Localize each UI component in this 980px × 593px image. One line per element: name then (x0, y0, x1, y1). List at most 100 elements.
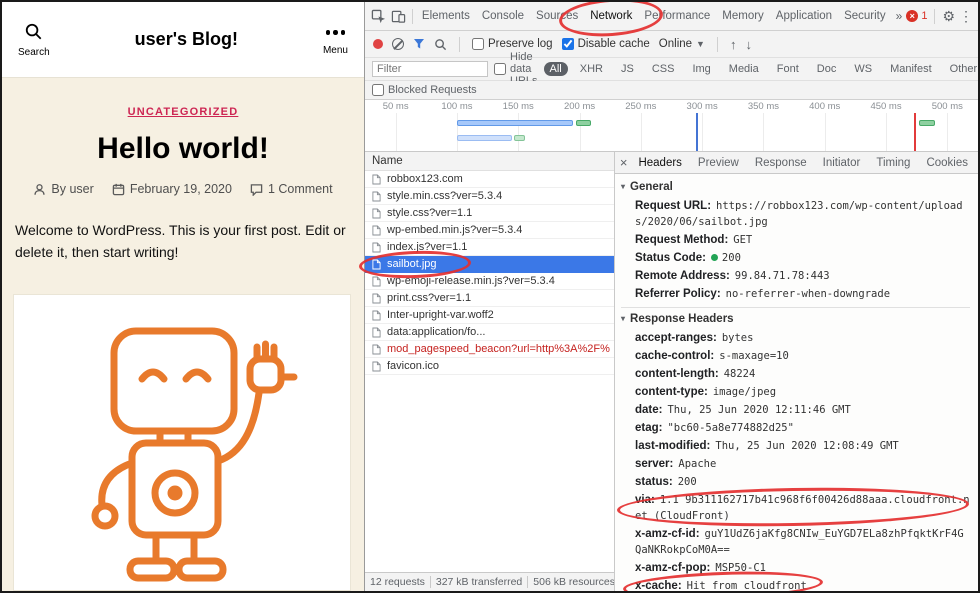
tab-headers[interactable]: Headers (630, 152, 689, 173)
import-har-icon[interactable]: ↑ (730, 37, 737, 52)
filter-pill-other[interactable]: Other (944, 62, 980, 76)
post-comments-link[interactable]: 1 Comment (250, 182, 333, 196)
post-author[interactable]: By user (33, 182, 93, 196)
blocked-requests-row: Blocked Requests (365, 81, 978, 100)
request-row-blocked[interactable]: mod_pagespeed_beacon?url=http%3A%2F%2Fro… (365, 341, 614, 358)
tab-application[interactable]: Application (770, 2, 838, 30)
request-row-sailbot[interactable]: sailbot.jpg (365, 256, 614, 273)
request-row[interactable]: print.css?ver=1.1 (365, 290, 614, 307)
network-overview[interactable]: 50 ms 100 ms 150 ms 200 ms 250 ms 300 ms… (365, 100, 978, 152)
name-column-header[interactable]: Name (365, 152, 614, 171)
request-row[interactable]: favicon.ico (365, 358, 614, 375)
blog-post: UNCATEGORIZED Hello world! By user Febru… (2, 78, 364, 263)
request-row[interactable]: index.js?ver=1.1 (365, 239, 614, 256)
filter-pill-css[interactable]: CSS (646, 62, 681, 76)
resources-size: 506 kB resources (528, 576, 614, 588)
console-error-badge[interactable]: × 1 (906, 10, 927, 22)
post-date[interactable]: February 19, 2020 (112, 182, 232, 196)
filter-pill-img[interactable]: Img (686, 62, 716, 76)
header-x-amz-cf-pop: x-amz-cf-pop:MSP50-C1 (621, 559, 970, 577)
throttling-dropdown[interactable]: Online ▼ (659, 38, 705, 50)
filter-pill-manifest[interactable]: Manifest (884, 62, 938, 76)
blog-menu-button[interactable]: Menu (323, 23, 348, 56)
kebab-menu-icon[interactable]: ⋮ (959, 8, 973, 25)
divider (459, 37, 460, 52)
hide-data-urls-input[interactable] (494, 63, 506, 75)
preserve-log-input[interactable] (472, 38, 484, 50)
network-summary-bar: 12 requests 327 kB transferred 506 kB re… (365, 572, 614, 591)
tab-elements[interactable]: Elements (416, 2, 476, 30)
filter-pill-all[interactable]: All (544, 62, 568, 76)
blog-site-title[interactable]: user's Blog! (135, 29, 238, 50)
tab-security[interactable]: Security (838, 2, 892, 30)
tab-response[interactable]: Response (747, 152, 815, 173)
disable-cache-input[interactable] (562, 38, 574, 50)
filter-pill-xhr[interactable]: XHR (574, 62, 609, 76)
header-via: via:1.1 9b311162717b41c968f6f00426d88aaa… (621, 491, 970, 525)
inspect-element-icon[interactable] (368, 2, 388, 30)
post-category-link[interactable]: UNCATEGORIZED (128, 106, 239, 118)
filter-funnel-icon[interactable] (413, 38, 425, 50)
search-icon (24, 22, 43, 44)
blocked-requests-checkbox[interactable]: Blocked Requests (372, 84, 477, 96)
preserve-log-checkbox[interactable]: Preserve log (472, 38, 553, 50)
general-section-header[interactable]: ▾ General (621, 178, 970, 195)
blog-search-button[interactable]: Search (18, 22, 50, 58)
settings-gear-icon[interactable]: ⚙ (942, 8, 955, 25)
request-row[interactable]: wp-emoji-release.min.js?ver=5.3.4 (365, 273, 614, 290)
filter-pill-js[interactable]: JS (615, 62, 640, 76)
tab-timing[interactable]: Timing (868, 152, 918, 173)
tab-performance[interactable]: Performance (638, 2, 716, 30)
network-filter-row: Hide data URLs All XHR JS CSS Img Media … (365, 58, 978, 81)
record-icon[interactable] (373, 39, 383, 49)
filter-pill-font[interactable]: Font (771, 62, 805, 76)
devtools-right-icons: × 1 ⚙ ⋮ (906, 8, 975, 25)
tab-sources[interactable]: Sources (530, 2, 584, 30)
more-menu-icon (326, 23, 346, 42)
tab-initiator[interactable]: Initiator (815, 152, 869, 173)
header-referrer-policy: Referrer Policy:no-referrer-when-downgra… (621, 285, 970, 303)
disable-cache-checkbox[interactable]: Disable cache (562, 38, 650, 50)
export-har-icon[interactable]: ↓ (745, 37, 752, 52)
request-row[interactable]: style.min.css?ver=5.3.4 (365, 188, 614, 205)
network-toolbar: Preserve log Disable cache Online ▼ ↑ ↓ (365, 31, 978, 58)
request-rows: robbox123.com style.min.css?ver=5.3.4 st… (365, 171, 614, 572)
blocked-requests-input[interactable] (372, 84, 384, 96)
tab-preview[interactable]: Preview (690, 152, 747, 173)
search-icon[interactable] (434, 38, 447, 51)
tab-cookies[interactable]: Cookies (918, 152, 976, 173)
chevron-down-icon: ▼ (696, 39, 705, 49)
file-icon (372, 191, 382, 202)
devtools-pane: Elements Console Sources Network Perform… (364, 2, 978, 591)
header-etag: etag:"bc60-5a8e774882d25" (621, 419, 970, 437)
file-icon (372, 293, 382, 304)
request-row[interactable]: style.css?ver=1.1 (365, 205, 614, 222)
header-content-length: content-length:48224 (621, 365, 970, 383)
header-content-type: content-type:image/jpeg (621, 383, 970, 401)
request-row[interactable]: wp-embed.min.js?ver=5.3.4 (365, 222, 614, 239)
divider (717, 37, 718, 52)
request-row[interactable]: robbox123.com (365, 171, 614, 188)
clear-icon[interactable] (392, 38, 404, 50)
response-headers-section-header[interactable]: ▾ Response Headers (621, 310, 970, 327)
request-row[interactable]: Inter-upright-var.woff2 (365, 307, 614, 324)
more-tabs-icon[interactable]: » (892, 9, 907, 23)
error-count: 1 (921, 10, 927, 22)
header-x-amz-cf-id: x-amz-cf-id:guY1UdZ6jaKfg8CNIw_EuYGD7ELa… (621, 525, 970, 559)
request-list: Name robbox123.com style.min.css?ver=5.3… (365, 152, 615, 591)
tab-memory[interactable]: Memory (716, 2, 770, 30)
timeline-tick: 150 ms (488, 101, 549, 112)
filter-input[interactable] (372, 61, 488, 77)
timeline-tick: 50 ms (365, 101, 426, 112)
triangle-down-icon: ▾ (621, 314, 625, 323)
close-icon[interactable]: × (617, 155, 630, 170)
header-date: date:Thu, 25 Jun 2020 12:11:46 GMT (621, 401, 970, 419)
waterfall-bar-green (576, 120, 591, 126)
filter-pill-media[interactable]: Media (723, 62, 765, 76)
filter-pill-ws[interactable]: WS (848, 62, 878, 76)
request-row[interactable]: data:application/fo... (365, 324, 614, 341)
filter-pill-doc[interactable]: Doc (811, 62, 843, 76)
tab-network[interactable]: Network (584, 2, 638, 30)
tab-console[interactable]: Console (476, 2, 530, 30)
device-toolbar-icon[interactable] (388, 2, 408, 30)
